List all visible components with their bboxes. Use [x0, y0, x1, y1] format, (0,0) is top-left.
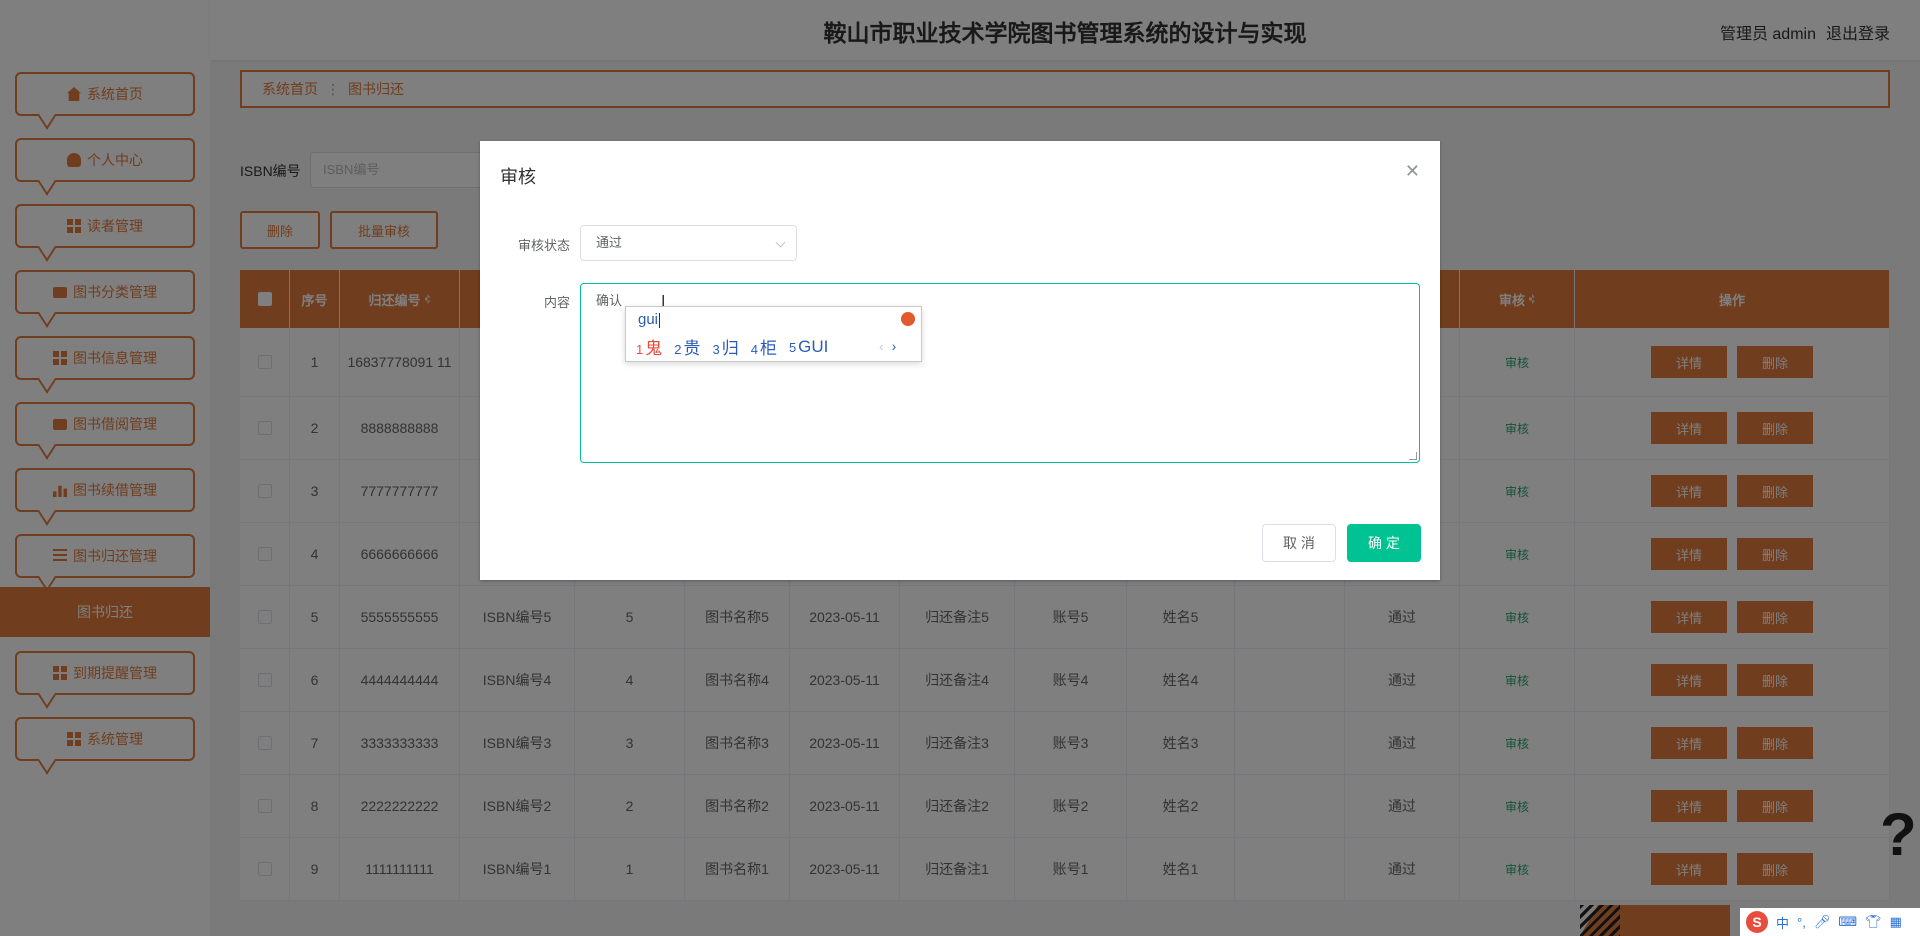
- ime-next-icon[interactable]: ›: [892, 338, 897, 354]
- ime-punct-toggle[interactable]: °,: [1797, 915, 1806, 930]
- ime-candidate[interactable]: 2贵: [674, 334, 700, 359]
- status-select-value: 通过: [596, 235, 623, 250]
- ime-skin-icon[interactable]: [901, 312, 915, 326]
- status-select[interactable]: 通过: [580, 225, 797, 261]
- ime-tray: S 中 °, 🎤︎ ⌨︎ 👕︎ ▦: [1740, 908, 1920, 936]
- cancel-button[interactable]: 取 消: [1262, 524, 1336, 562]
- content-label: 内容: [543, 295, 570, 310]
- ime-prev-icon[interactable]: ‹: [879, 338, 884, 354]
- status-label: 审核状态: [517, 238, 570, 253]
- toolbox-icon[interactable]: ▦: [1890, 914, 1902, 930]
- close-icon[interactable]: ✕: [1405, 161, 1420, 182]
- confirm-button[interactable]: 确 定: [1347, 524, 1421, 562]
- ime-candidate[interactable]: 4柜: [751, 334, 777, 359]
- content-value: 确认: [596, 293, 623, 308]
- skin-icon[interactable]: 👕︎: [1865, 914, 1882, 930]
- sogou-logo-icon[interactable]: S: [1746, 911, 1768, 933]
- ime-lang-toggle[interactable]: 中: [1776, 913, 1789, 932]
- microphone-icon[interactable]: 🎤︎: [1814, 914, 1831, 930]
- ime-nav: ‹ ›: [879, 338, 896, 354]
- ime-candidates: 1 鬼 2 贵 3 归 4 柜 5 GUI: [636, 334, 840, 359]
- ime-composition: gui: [638, 311, 659, 328]
- ime-candidate[interactable]: 5 GUI: [789, 337, 828, 357]
- chevron-down-icon: [775, 237, 786, 248]
- resize-handle[interactable]: [1409, 452, 1417, 460]
- ime-candidate-window: gui 1 鬼 2 贵 3 归 4 柜 5 GUI ‹ ›: [625, 306, 922, 362]
- ime-candidate[interactable]: 1鬼: [636, 334, 662, 359]
- keyboard-icon[interactable]: ⌨︎: [1838, 914, 1857, 930]
- audit-dialog: 审核 ✕ 审核状态 通过 内容 确认 I 取 消 确 定: [480, 141, 1440, 580]
- dialog-title: 审核: [500, 167, 536, 187]
- ime-candidate[interactable]: 3归: [712, 334, 738, 359]
